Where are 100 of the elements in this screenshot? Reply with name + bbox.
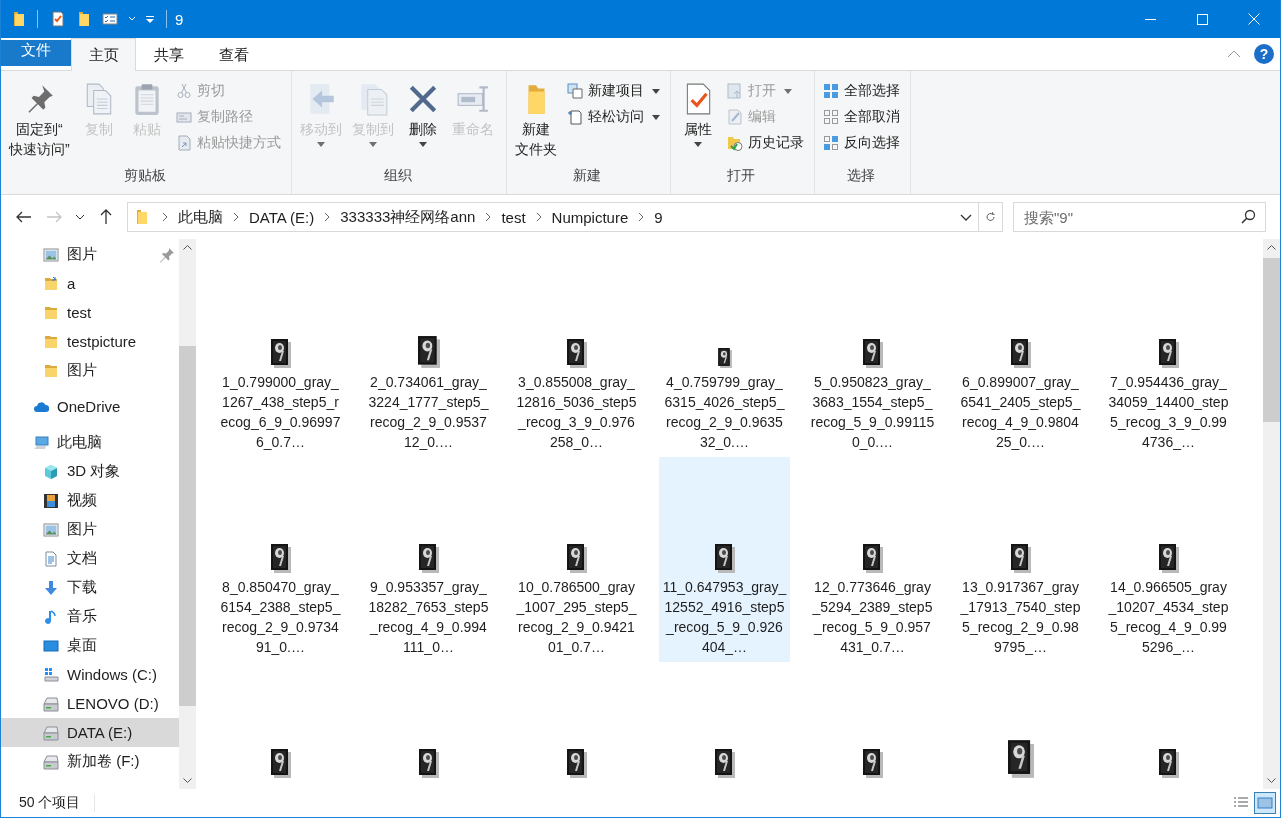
chevron-up-icon bbox=[1227, 50, 1241, 58]
group-title: 打开 bbox=[726, 167, 757, 185]
file-item[interactable]: 8_0.850470_gray_6154_2388_step5_recog_2_9_0.973491_0.… bbox=[215, 457, 346, 662]
sidebar-item[interactable]: 音乐 bbox=[1, 602, 179, 631]
select-all-icon bbox=[822, 83, 839, 99]
breadcrumb-item[interactable]: DATA (E:) bbox=[249, 208, 315, 226]
ribbon-tab[interactable]: 主页 bbox=[71, 38, 136, 71]
sidebar-item[interactable]: 图片 bbox=[1, 356, 179, 385]
breadcrumb-item[interactable]: 333333神经网络ann bbox=[340, 207, 476, 227]
sidebar-item[interactable]: 下载 bbox=[1, 573, 179, 602]
chevron-down-icon bbox=[1267, 778, 1276, 783]
help-button[interactable]: ? bbox=[1254, 44, 1274, 64]
sidebar-item[interactable]: testpicture bbox=[1, 327, 179, 356]
desktop-icon bbox=[43, 637, 59, 654]
chevron-right-icon bbox=[637, 211, 646, 223]
scrollbar[interactable] bbox=[1263, 239, 1280, 789]
windows-drive-icon bbox=[43, 666, 59, 683]
file-item[interactable]: 11_0.647953_gray_12552_4916_step5_recog_5_9_0.926404_… bbox=[659, 457, 790, 662]
chevron-down-icon bbox=[75, 214, 85, 220]
caret-icon bbox=[146, 15, 154, 23]
ribbon-button[interactable]: 删除 bbox=[399, 77, 446, 149]
file-item[interactable]: 2_0.734061_gray_3224_1777_step5_recog_2_9_0.953712_0.… bbox=[363, 252, 494, 457]
close-icon bbox=[1248, 13, 1260, 25]
ribbon-tab[interactable]: 文件 bbox=[1, 40, 71, 66]
drive-icon bbox=[43, 753, 59, 770]
page-icon bbox=[566, 109, 583, 125]
ribbon-tab[interactable]: 共享 bbox=[136, 38, 201, 71]
pictures-icon bbox=[43, 246, 59, 263]
ribbon-button[interactable]: 全部取消 bbox=[818, 105, 904, 129]
customize-button[interactable] bbox=[144, 13, 156, 25]
ribbon-button[interactable]: 固定到“ 快速访问” bbox=[5, 77, 74, 161]
sidebar-item[interactable]: 新加卷 (F:) bbox=[1, 747, 179, 776]
breadcrumb-item[interactable]: 9 bbox=[654, 208, 663, 226]
ribbon-button[interactable]: 新建 文件夹 bbox=[510, 77, 561, 161]
window-title: 9 bbox=[175, 10, 184, 28]
sidebar-item[interactable]: DATA (E:) bbox=[1, 718, 179, 747]
ribbon-button[interactable]: 历史记录 bbox=[722, 131, 808, 155]
sidebar-item[interactable]: a bbox=[1, 269, 179, 298]
sidebar-item[interactable]: 3D 对象 bbox=[1, 457, 179, 486]
forward-arrow-icon bbox=[46, 211, 62, 223]
ribbon-button[interactable]: 新建项目 bbox=[562, 79, 664, 103]
sidebar-item[interactable]: OneDrive bbox=[1, 392, 179, 421]
sidebar-item[interactable]: 文档 bbox=[1, 544, 179, 573]
scrollbar[interactable] bbox=[179, 239, 196, 789]
new-item-icon bbox=[566, 83, 583, 99]
sidebar-item[interactable]: 图片 bbox=[1, 240, 179, 269]
open-icon bbox=[726, 83, 743, 99]
chevron-right-icon bbox=[323, 211, 332, 223]
address-bar[interactable]: 此电脑 DATA (E:) 333333神经网络ann test Numpicture 9 bbox=[127, 202, 1003, 232]
caret-icon bbox=[783, 88, 792, 94]
minimize-icon bbox=[1144, 18, 1156, 20]
group-title: 剪贴板 bbox=[122, 167, 167, 185]
sidebar-item[interactable]: 此电脑 bbox=[1, 428, 179, 457]
drive-icon bbox=[43, 695, 59, 712]
file-item[interactable]: 12_0.773646_gray_5294_2389_step5_recog_5_9_0.957431_0.7… bbox=[807, 457, 938, 662]
view-button[interactable] bbox=[1254, 792, 1276, 814]
folder-icon bbox=[11, 11, 27, 27]
file-item[interactable]: 14_0.966505_gray_10207_4534_step5_recog_4_9_0.995296_… bbox=[1103, 457, 1234, 662]
file-item[interactable]: 1_0.799000_gray_1267_438_step5_recog_6_9_0.969976_0.7… bbox=[215, 252, 346, 457]
select-none-icon bbox=[822, 109, 839, 125]
breadcrumb-item[interactable]: 此电脑 bbox=[178, 207, 223, 227]
folder-icon bbox=[43, 333, 59, 350]
breadcrumb-item[interactable]: test bbox=[501, 208, 526, 226]
download-icon bbox=[43, 579, 59, 596]
checklist-icon bbox=[102, 11, 118, 27]
file-item[interactable]: 9_0.953357_gray_18282_7653_step5_recog_4_9_0.994111_0… bbox=[363, 457, 494, 662]
sidebar-item[interactable]: 桌面 bbox=[1, 631, 179, 660]
caret-icon bbox=[651, 114, 660, 120]
search-field[interactable]: 搜索"9" bbox=[1013, 202, 1266, 232]
sidebar-item[interactable]: Windows (C:) bbox=[1, 660, 179, 689]
file-item[interactable]: 3_0.855008_gray_12816_5036_step5_recog_3_9_0.976258_0… bbox=[511, 252, 642, 457]
ribbon-button[interactable]: 属性 bbox=[674, 77, 721, 149]
chevron-right-icon bbox=[161, 211, 169, 223]
sidebar-item[interactable]: 图片 bbox=[1, 515, 179, 544]
folder-icon bbox=[43, 304, 59, 321]
ribbon-tab[interactable]: 查看 bbox=[201, 38, 266, 71]
ribbon-button[interactable]: 全部选择 bbox=[818, 79, 904, 103]
sidebar-item[interactable]: 视频 bbox=[1, 486, 179, 515]
film-icon bbox=[43, 492, 59, 509]
file-item[interactable]: 6_0.899007_gray_6541_2405_step5_recog_4_9_0.980425_0.… bbox=[955, 252, 1086, 457]
ribbon-button[interactable]: 轻松访问 bbox=[562, 105, 664, 129]
maximize-icon bbox=[1196, 13, 1208, 25]
file-item[interactable]: 7_0.954436_gray_34059_14400_step5_recog_3_9_0.994736_… bbox=[1103, 252, 1234, 457]
scissors-icon bbox=[175, 83, 192, 99]
music-note-icon bbox=[43, 608, 59, 625]
file-item[interactable]: 10_0.786500_gray_1007_295_step5_recog_2_9_0.942101_0.7… bbox=[511, 457, 642, 662]
ribbon-button[interactable]: 反向选择 bbox=[818, 131, 904, 155]
caret-icon bbox=[418, 142, 427, 147]
sidebar-item[interactable]: test bbox=[1, 298, 179, 327]
file-item[interactable]: 5_0.950823_gray_3683_1554_step5_recog_5_9_0.991150_0.… bbox=[807, 252, 938, 457]
breadcrumb-item[interactable]: Numpicture bbox=[551, 208, 629, 226]
chevron-down-icon bbox=[183, 778, 192, 783]
caret-icon bbox=[368, 142, 377, 147]
file-item[interactable]: 4_0.759799_gray_6315_4026_step5_recog_2_9_0.963532_0.… bbox=[659, 252, 790, 457]
sidebar-item[interactable]: LENOVO (D:) bbox=[1, 689, 179, 718]
file-item[interactable]: 13_0.917367_gray_17913_7540_step5_recog_2_9_0.989795_… bbox=[955, 457, 1086, 662]
chevron-right-icon bbox=[232, 211, 240, 223]
group-title: 选择 bbox=[846, 167, 877, 185]
folder-icon bbox=[134, 209, 150, 225]
invert-selection-icon bbox=[822, 135, 839, 151]
